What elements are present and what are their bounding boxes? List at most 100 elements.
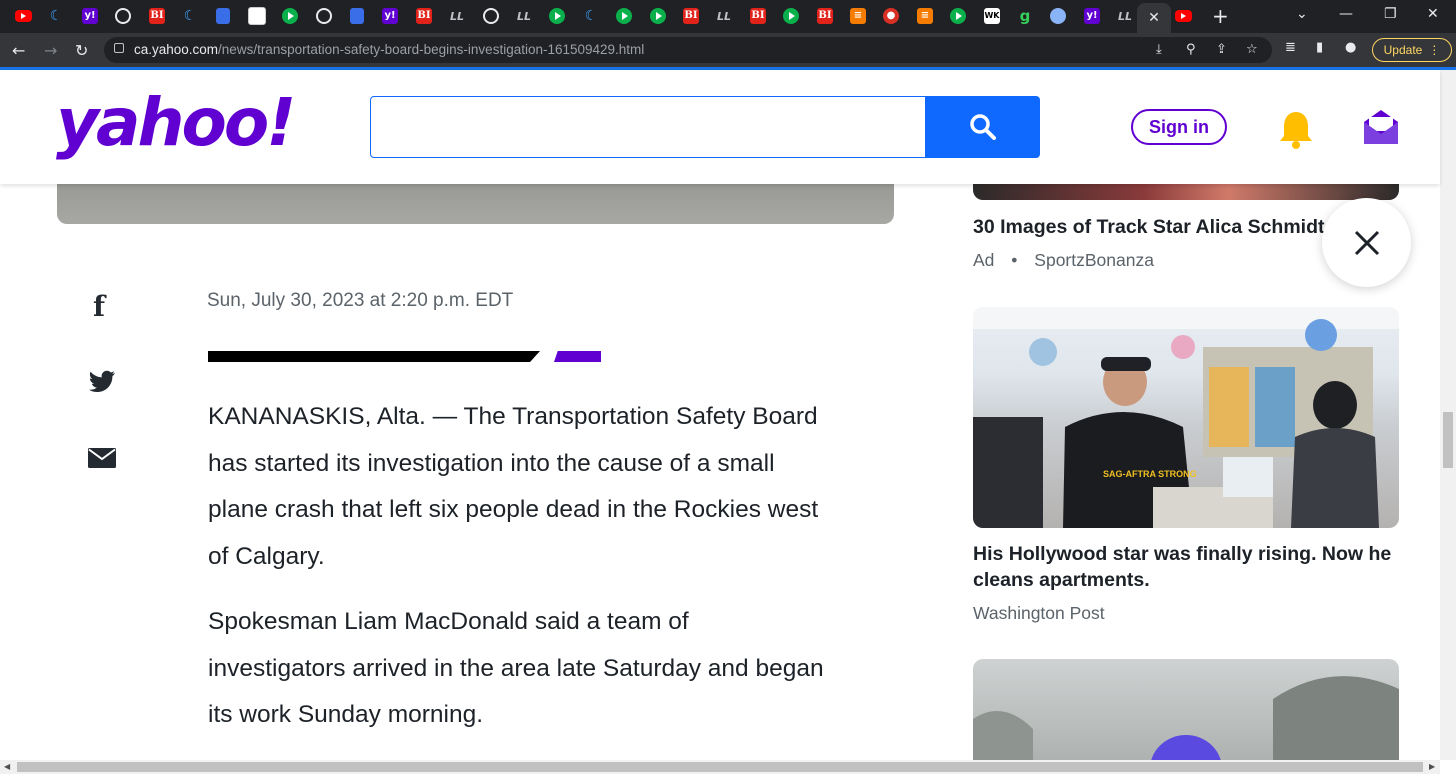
browser-tab[interactable]: [947, 5, 969, 27]
browser-tab[interactable]: BI: [680, 5, 702, 27]
browser-tab[interactable]: ●: [880, 5, 902, 27]
address-bar[interactable]: ca.yahoo.com/news/transportation-safety-…: [104, 37, 1272, 63]
browser-tab[interactable]: [780, 5, 802, 27]
globe-icon: [483, 8, 499, 24]
browser-tab[interactable]: BI: [146, 5, 168, 27]
new-tab-button[interactable]: +: [1212, 4, 1229, 28]
close-icon: [1354, 230, 1379, 255]
youtube-icon: [1174, 10, 1192, 22]
ad-label: Ad: [973, 250, 995, 270]
browser-tab[interactable]: [12, 5, 34, 27]
browser-tab[interactable]: ≡: [847, 5, 869, 27]
search-button[interactable]: [926, 96, 1040, 158]
close-window-icon[interactable]: ✕: [1427, 6, 1439, 22]
update-button[interactable]: Update ⋮: [1372, 38, 1452, 62]
browser-tab[interactable]: [613, 5, 635, 27]
side-panel-icon[interactable]: ▮: [1316, 40, 1323, 55]
back-icon[interactable]: ←: [12, 41, 25, 60]
browser-tab[interactable]: y!: [79, 5, 101, 27]
close-ad-button[interactable]: [1322, 198, 1411, 287]
store-photo: SAG-AFTRA STRONG: [973, 307, 1399, 528]
profile-icon[interactable]: ●: [1345, 40, 1356, 55]
sign-in-button[interactable]: Sign in: [1131, 109, 1227, 145]
active-tab[interactable]: ✕: [1137, 3, 1171, 33]
zoom-icon[interactable]: ⚲: [1186, 42, 1196, 57]
browser-tab[interactable]: ☾: [580, 5, 602, 27]
url-text[interactable]: ca.yahoo.com/news/transportation-safety-…: [134, 42, 644, 57]
browser-tab[interactable]: BI: [413, 5, 435, 27]
mail-icon[interactable]: [1362, 108, 1400, 146]
sidebar-ad-image[interactable]: [973, 184, 1399, 200]
tab-youtube[interactable]: [1172, 5, 1194, 27]
youtube-icon: [14, 10, 32, 22]
browser-tab[interactable]: y!: [1081, 5, 1103, 27]
sidebar-ad-title[interactable]: 30 Images of Track Star Alica Schmidt: [973, 214, 1327, 240]
tab-search-icon[interactable]: ⌄: [1296, 6, 1308, 22]
horizontal-scroll-thumb[interactable]: [17, 762, 1423, 772]
browser-tab[interactable]: [112, 5, 134, 27]
stack-icon: ≡: [850, 8, 866, 24]
search-input[interactable]: [370, 96, 926, 158]
restore-icon[interactable]: ❐: [1384, 6, 1397, 22]
globe-icon: [316, 8, 332, 24]
browser-tab[interactable]: [647, 5, 669, 27]
avatar-icon: [1050, 8, 1066, 24]
sidebar-story-title[interactable]: His Hollywood star was finally rising. N…: [973, 541, 1403, 593]
reload-icon[interactable]: ↻: [75, 41, 88, 60]
browser-tab[interactable]: [546, 5, 568, 27]
sidebar-story-image[interactable]: SAG-AFTRA STRONG: [973, 307, 1399, 528]
browser-tab-strip: ☾ y! BI ☾ y! BI LL LL ☾ BI LL BI BI ≡ ● ≡ WK g y! LL ✕ + ⌄ …: [0, 0, 1456, 33]
business-insider-icon: BI: [750, 8, 766, 24]
browser-tab[interactable]: WK: [981, 5, 1003, 27]
sidebar-story-image-2[interactable]: [973, 659, 1399, 774]
sheet-icon: [248, 7, 266, 25]
vertical-scroll-thumb[interactable]: [1443, 412, 1453, 468]
browser-tab[interactable]: [346, 5, 368, 27]
browser-tab[interactable]: LL: [713, 5, 735, 27]
divider-accent: [554, 351, 601, 362]
browser-tab[interactable]: [279, 5, 301, 27]
business-insider-icon: BI: [817, 8, 833, 24]
play-icon: [650, 8, 666, 24]
reading-list-icon[interactable]: ≣: [1285, 40, 1296, 55]
browser-tab[interactable]: [212, 5, 234, 27]
moon-icon: ☾: [584, 8, 598, 24]
mic-icon: ●: [883, 8, 899, 24]
close-tab-icon[interactable]: ✕: [1148, 10, 1160, 26]
scroll-left-icon[interactable]: ◀: [4, 762, 10, 771]
bookmark-star-icon[interactable]: ☆: [1246, 42, 1258, 57]
browser-tab[interactable]: BI: [747, 5, 769, 27]
browser-tab[interactable]: LL: [1114, 5, 1136, 27]
browser-tab[interactable]: [246, 5, 268, 27]
browser-tab[interactable]: [313, 5, 335, 27]
browser-tab[interactable]: [480, 5, 502, 27]
share-icon[interactable]: ⇪: [1216, 42, 1227, 57]
play-icon: [549, 8, 565, 24]
browser-tab[interactable]: LL: [446, 5, 468, 27]
fog-photo: [973, 676, 1399, 774]
search-icon: [970, 114, 996, 140]
browser-tab[interactable]: ☾: [45, 5, 67, 27]
browser-tab[interactable]: ≡: [914, 5, 936, 27]
minimize-icon[interactable]: —: [1339, 6, 1353, 22]
slash-icon: LL: [449, 9, 465, 23]
wk-icon: WK: [984, 8, 1000, 24]
ad-source: SportzBonanza: [1034, 250, 1154, 270]
browser-tab[interactable]: BI: [814, 5, 836, 27]
browser-tab[interactable]: LL: [513, 5, 535, 27]
play-icon: [616, 8, 632, 24]
forward-icon[interactable]: →: [44, 41, 57, 60]
install-icon[interactable]: ⤓: [1156, 42, 1162, 57]
moon-icon: ☾: [183, 8, 197, 24]
yahoo-logo[interactable]: yahoo!: [56, 90, 296, 156]
browser-tab[interactable]: [1047, 5, 1069, 27]
notifications-bell-icon[interactable]: [1278, 110, 1314, 150]
twitter-share-icon[interactable]: [89, 370, 116, 392]
email-share-icon[interactable]: [88, 448, 116, 468]
browser-tab[interactable]: y!: [379, 5, 401, 27]
browser-tab[interactable]: ☾: [179, 5, 201, 27]
facebook-share-icon[interactable]: f: [93, 290, 105, 323]
lock-icon: [114, 43, 124, 53]
browser-tab[interactable]: g: [1014, 5, 1036, 27]
scroll-right-icon[interactable]: ▶: [1429, 762, 1435, 771]
